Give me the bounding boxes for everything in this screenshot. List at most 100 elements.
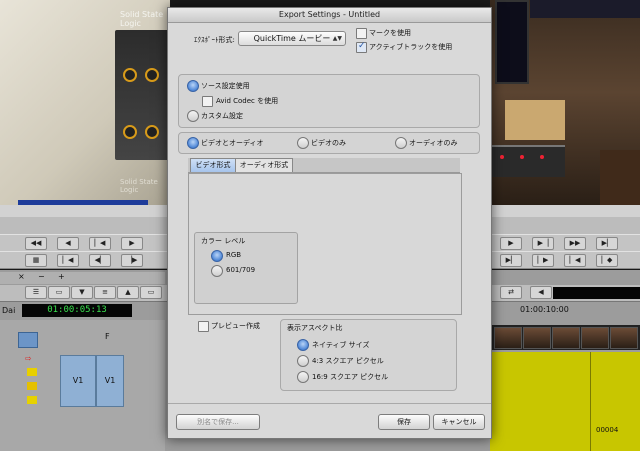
- audio-only-radio[interactable]: [395, 137, 407, 149]
- preview-checkbox[interactable]: [198, 321, 209, 332]
- link-icon[interactable]: ⇄: [500, 286, 522, 299]
- use-source-label: ソース設定使用: [201, 82, 250, 90]
- custom-settings-label: カスタム設定: [201, 112, 243, 120]
- menu-icon[interactable]: ≡: [94, 286, 116, 299]
- mark-in-icon[interactable]: ▏◀: [89, 237, 111, 250]
- color-tag-icon[interactable]: [27, 368, 37, 376]
- room-image: [600, 150, 640, 205]
- aspect-4-3-label: 4:3 スクエア ピクセル: [312, 357, 384, 365]
- save-button[interactable]: 保存: [378, 414, 430, 430]
- clip-thumbnail[interactable]: [494, 327, 522, 349]
- dialog-title[interactable]: Export Settings - Untitled: [168, 8, 491, 23]
- audio-only-label: オーディオのみ: [409, 139, 458, 147]
- dialog-separator: [168, 403, 491, 404]
- clip-boundary: [590, 352, 591, 451]
- native-size-radio[interactable]: [297, 339, 309, 351]
- track-menu-icon[interactable]: [18, 332, 38, 348]
- fast-forward-icon[interactable]: ▶▶: [564, 237, 586, 250]
- use-active-tracks-checkbox[interactable]: [356, 41, 367, 53]
- popup-arrows-icon: ▲▼: [332, 35, 342, 42]
- tab-audio-format[interactable]: オーディオ形式: [235, 158, 293, 172]
- overwrite-icon[interactable]: ▏◀: [564, 254, 586, 267]
- custom-settings-radio[interactable]: [187, 110, 199, 122]
- step-back-icon[interactable]: ◀: [57, 237, 79, 250]
- lift-icon[interactable]: ▏◆: [596, 254, 618, 267]
- knob-icon: [145, 125, 159, 139]
- source-settings-group: ソース設定使用 Avid Codec を使用 カスタム設定: [178, 74, 480, 128]
- preview-label: プレビュー作成: [211, 322, 260, 330]
- clip-code: 00004: [596, 426, 619, 434]
- timeline-window-controls: × − +: [0, 272, 165, 284]
- content-options-group: ビデオとオーディオ ビデオのみ オーディオのみ: [178, 132, 480, 154]
- monitor-icon[interactable]: ▭: [48, 286, 70, 299]
- export-format-value: QuickTime ムービー: [253, 34, 331, 43]
- use-marks-checkbox[interactable]: [356, 28, 367, 39]
- arrow-icon[interactable]: ⇨: [25, 354, 32, 363]
- speaker-image: [505, 100, 565, 140]
- aspect-ratio-title: 表示アスペクト比: [287, 324, 343, 332]
- add-icon[interactable]: +: [58, 272, 65, 281]
- go-end-icon[interactable]: ▶▏: [596, 237, 618, 250]
- timeline-info-bar: [553, 287, 640, 299]
- mark-out-icon[interactable]: ▶▕: [532, 237, 554, 250]
- save-as-button[interactable]: 別名で保存...: [176, 414, 260, 430]
- rgb-label: RGB: [226, 251, 242, 259]
- splice-icon[interactable]: ▏▶: [532, 254, 554, 267]
- video-clip-segment[interactable]: [490, 352, 640, 451]
- video-and-audio-radio[interactable]: [187, 137, 199, 149]
- track-header-v1-source[interactable]: V1: [60, 355, 96, 407]
- tab-video-format[interactable]: ビデオ形式: [190, 158, 236, 172]
- prev-edit-icon[interactable]: ◀▏: [89, 254, 111, 267]
- rec601-709-radio[interactable]: [211, 265, 223, 277]
- console-panel: [115, 30, 170, 160]
- native-size-label: ネイティブ サイズ: [312, 341, 370, 349]
- play-icon[interactable]: ▶: [121, 237, 143, 250]
- led-icon: [520, 155, 524, 159]
- projector-title: Solid State Logic: [120, 10, 164, 28]
- aspect-16-9-label: 16:9 スクエア ピクセル: [312, 373, 389, 381]
- up-arrow-icon[interactable]: ▲: [117, 286, 139, 299]
- down-arrow-icon[interactable]: ▼: [71, 286, 93, 299]
- clip-thumbnail[interactable]: [581, 327, 609, 349]
- projector-subtitle: Solid State Logic: [120, 178, 158, 194]
- video-format-panel: カラー レベル RGB 601/709: [188, 173, 462, 315]
- close-icon[interactable]: ×: [18, 272, 25, 281]
- avid-codec-checkbox[interactable]: [202, 96, 213, 107]
- monitor-top-image: [530, 0, 640, 18]
- clip-thumbnail[interactable]: [552, 327, 580, 349]
- aspect-16-9-radio[interactable]: [297, 371, 309, 383]
- clip-thumbnails: [490, 325, 640, 350]
- aspect-4-3-radio[interactable]: [297, 355, 309, 367]
- video-and-audio-label: ビデオとオーディオ: [201, 139, 264, 147]
- monitor-image: [495, 0, 529, 84]
- rewind-icon[interactable]: ◀◀: [25, 237, 47, 250]
- clip-thumbnail[interactable]: [610, 327, 638, 349]
- color-level-group: カラー レベル RGB 601/709: [194, 232, 298, 304]
- collapse-icon[interactable]: ◀: [530, 286, 552, 299]
- go-start-icon[interactable]: ▏◀: [57, 254, 79, 267]
- step-forward-icon[interactable]: ▶: [500, 237, 522, 250]
- format-tabs: ビデオ形式 オーディオ形式: [188, 158, 460, 173]
- avid-codec-label: Avid Codec を使用: [216, 97, 279, 105]
- side-label: Dai: [2, 306, 16, 315]
- color-tag-icon[interactable]: [27, 382, 37, 390]
- cancel-button[interactable]: キャンセル: [433, 414, 485, 430]
- video-only-radio[interactable]: [297, 137, 309, 149]
- projector-image: Solid State Logic Solid State Logic: [0, 0, 170, 205]
- trim-icon[interactable]: ▶▏: [500, 254, 522, 267]
- grid-icon[interactable]: ▦: [25, 254, 47, 267]
- export-format-select[interactable]: QuickTime ムービー ▲▼: [238, 31, 346, 46]
- use-source-radio[interactable]: [187, 80, 199, 92]
- led-icon: [500, 155, 504, 159]
- minimize-icon[interactable]: −: [38, 272, 45, 281]
- track-header-v1-record[interactable]: V1: [96, 355, 124, 407]
- export-format-label: ｴｸｽﾎﾟｰﾄ形式:: [194, 36, 235, 44]
- next-edit-icon[interactable]: ▕▶: [121, 254, 143, 267]
- rec601-709-label: 601/709: [226, 266, 256, 274]
- rgb-radio[interactable]: [211, 250, 223, 262]
- clip-thumbnail[interactable]: [523, 327, 551, 349]
- knob-icon: [123, 125, 137, 139]
- segment-icon[interactable]: ▭: [140, 286, 162, 299]
- settings-icon[interactable]: ☰: [25, 286, 47, 299]
- color-tag-icon[interactable]: [27, 396, 37, 404]
